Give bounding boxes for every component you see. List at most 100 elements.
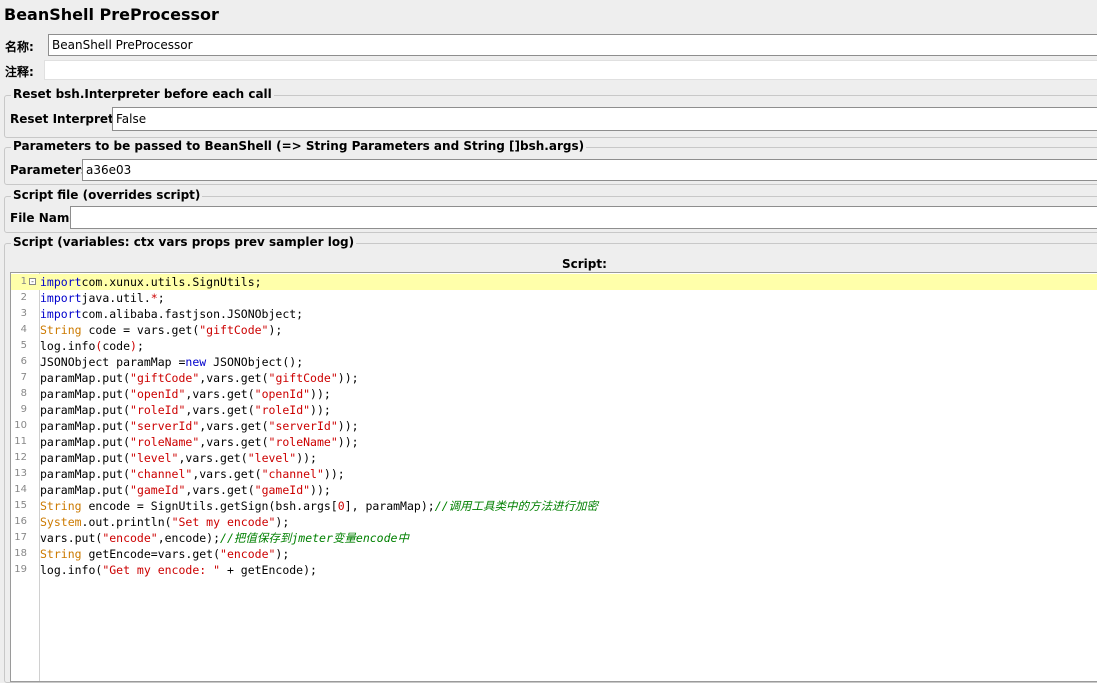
code-token: "roleName" bbox=[268, 435, 338, 449]
code-token: "Get my encode: " bbox=[102, 563, 221, 577]
code-token: * bbox=[150, 291, 158, 305]
code-token: encode = SignUtils.getSign(bsh.args[ bbox=[81, 499, 338, 513]
code-token: "encode" bbox=[102, 531, 158, 545]
line-number: 1 bbox=[20, 276, 27, 287]
code-token: ); bbox=[275, 515, 290, 529]
code-line[interactable]: 9 paramMap.put("roleId",vars.get("roleId"… bbox=[11, 402, 1097, 418]
code-text: paramMap.put("openId",vars.get("openId")… bbox=[40, 386, 331, 402]
code-line[interactable]: 18 String getEncode=vars.get("encode"); bbox=[11, 546, 1097, 562]
code-line[interactable]: 2 importjava.util.*; bbox=[11, 290, 1097, 306]
line-number: 13 bbox=[14, 468, 27, 479]
code-token: code = vars.get( bbox=[81, 323, 200, 337]
code-line[interactable]: 3 importcom.alibaba.fastjson.JSONObject; bbox=[11, 306, 1097, 322]
code-text: paramMap.put("level",vars.get("level")); bbox=[40, 450, 317, 466]
script-label: Script: bbox=[562, 257, 607, 271]
parameters-input[interactable]: a36e03 bbox=[82, 159, 1097, 181]
code-line[interactable]: 5 log.info(code); bbox=[11, 338, 1097, 354]
code-token: )); bbox=[323, 467, 345, 481]
code-token: //调用工具类中的方法进行加密 bbox=[434, 499, 599, 513]
line-number: 9 bbox=[20, 404, 27, 415]
fold-toggle-icon[interactable]: - bbox=[29, 278, 36, 286]
code-line[interactable]: 6 JSONObject paramMap =new JSONObject(); bbox=[11, 354, 1097, 370]
code-token: String bbox=[40, 323, 82, 337]
line-number: 18 bbox=[14, 548, 27, 559]
code-text: paramMap.put("giftCode",vars.get("giftCo… bbox=[40, 370, 359, 386]
code-line[interactable]: 16 System.out.println("Set my encode"); bbox=[11, 514, 1097, 530]
code-token: "giftCode" bbox=[199, 323, 269, 337]
code-token: + getEncode); bbox=[220, 563, 317, 577]
line-number: 17 bbox=[14, 532, 27, 543]
code-line[interactable]: 19 log.info("Get my encode: " + getEncode… bbox=[11, 562, 1097, 578]
code-token: 0 bbox=[337, 499, 345, 513]
name-label: 名称: bbox=[5, 40, 34, 54]
code-line[interactable]: 4 String code = vars.get("giftCode"); bbox=[11, 322, 1097, 338]
code-line[interactable]: 10 paramMap.put("serverId",vars.get("serv… bbox=[11, 418, 1097, 434]
code-token: com.alibaba.fastjson.JSONObject; bbox=[81, 307, 304, 321]
code-token: ,vars.get( bbox=[178, 451, 248, 465]
code-line[interactable]: 13 paramMap.put("channel",vars.get("chann… bbox=[11, 466, 1097, 482]
code-text: String code = vars.get("giftCode"); bbox=[40, 322, 282, 338]
parameters-label: Parameters: bbox=[10, 163, 93, 177]
code-token: JSONObject(); bbox=[206, 355, 304, 369]
code-token: ,vars.get( bbox=[185, 387, 255, 401]
code-text: importcom.xunux.utils.SignUtils; bbox=[40, 274, 262, 290]
code-token: "serverId" bbox=[130, 419, 200, 433]
line-number: 5 bbox=[20, 340, 27, 351]
code-text: paramMap.put("gameId",vars.get("gameId")… bbox=[40, 482, 331, 498]
code-line[interactable]: 11 paramMap.put("roleName",vars.get("role… bbox=[11, 434, 1097, 450]
code-token: paramMap.put( bbox=[40, 483, 131, 497]
code-line[interactable]: 1- importcom.xunux.utils.SignUtils; bbox=[11, 274, 1097, 290]
code-token: "gameId" bbox=[254, 483, 311, 497]
code-token: ,encode); bbox=[157, 531, 221, 545]
code-lines: 1- importcom.xunux.utils.SignUtils; 2 impor… bbox=[11, 274, 1097, 578]
code-token: ,vars.get( bbox=[185, 483, 255, 497]
parameters-legend: Parameters to be passed to BeanShell (=>… bbox=[11, 139, 587, 153]
code-token: paramMap.put( bbox=[40, 435, 131, 449]
script-legend: Script (variables: ctx vars props prev s… bbox=[11, 235, 357, 249]
code-token: String bbox=[40, 547, 82, 561]
code-token: ,vars.get( bbox=[199, 419, 269, 433]
code-line[interactable]: 17 vars.put("encode",encode);//把值保存到jmete… bbox=[11, 530, 1097, 546]
code-token: "roleId" bbox=[254, 403, 311, 417]
line-number: 19 bbox=[14, 564, 27, 575]
code-text: log.info("Get my encode: " + getEncode); bbox=[40, 562, 317, 578]
script-editor[interactable]: 1- importcom.xunux.utils.SignUtils; 2 impor… bbox=[10, 272, 1097, 682]
code-text: paramMap.put("channel",vars.get("channel… bbox=[40, 466, 345, 482]
code-token: ); bbox=[275, 547, 290, 561]
comment-input[interactable] bbox=[44, 60, 1097, 80]
code-token: log.info bbox=[40, 339, 96, 353]
reset-interpreter-field[interactable]: False bbox=[112, 107, 1097, 131]
line-number: 10 bbox=[14, 420, 27, 431]
code-line[interactable]: 7 paramMap.put("giftCode",vars.get("giftC… bbox=[11, 370, 1097, 386]
line-number: 4 bbox=[20, 324, 27, 335]
code-token: new bbox=[185, 355, 207, 369]
code-line[interactable]: 8 paramMap.put("openId",vars.get("openId"… bbox=[11, 386, 1097, 402]
code-text: String encode = SignUtils.getSign(bsh.ar… bbox=[40, 498, 598, 514]
code-token: import bbox=[40, 307, 82, 321]
code-text: paramMap.put("roleId",vars.get("roleId")… bbox=[40, 402, 331, 418]
code-token: "roleId" bbox=[130, 403, 186, 417]
code-token: paramMap.put( bbox=[40, 403, 131, 417]
code-text: paramMap.put("roleName",vars.get("roleNa… bbox=[40, 434, 359, 450]
file-name-input[interactable] bbox=[70, 206, 1097, 229]
code-token: getEncode=vars.get( bbox=[81, 547, 221, 561]
page-title: BeanShell PreProcessor bbox=[4, 5, 219, 24]
code-token: "roleName" bbox=[130, 435, 200, 449]
script-file-legend: Script file (overrides script) bbox=[11, 188, 203, 202]
code-line[interactable]: 12 paramMap.put("level",vars.get("level")… bbox=[11, 450, 1097, 466]
code-line[interactable]: 14 paramMap.put("gameId",vars.get("gameId… bbox=[11, 482, 1097, 498]
code-text: log.info(code); bbox=[40, 338, 144, 354]
code-line[interactable]: 15 String encode = SignUtils.getSign(bsh.… bbox=[11, 498, 1097, 514]
code-text: importcom.alibaba.fastjson.JSONObject; bbox=[40, 306, 303, 322]
comment-label: 注释: bbox=[5, 65, 34, 79]
code-token: )); bbox=[310, 387, 331, 401]
line-number: 2 bbox=[20, 292, 27, 303]
code-token: com.xunux.utils.SignUtils; bbox=[81, 275, 262, 289]
code-token: "level" bbox=[130, 451, 179, 465]
code-token: ,vars.get( bbox=[192, 467, 262, 481]
code-token: //把值保存到jmeter变量encode中 bbox=[220, 531, 409, 545]
line-number: 16 bbox=[14, 516, 27, 527]
code-token: )); bbox=[337, 371, 359, 385]
name-input[interactable]: BeanShell PreProcessor bbox=[48, 34, 1097, 56]
code-token: paramMap.put( bbox=[40, 387, 131, 401]
